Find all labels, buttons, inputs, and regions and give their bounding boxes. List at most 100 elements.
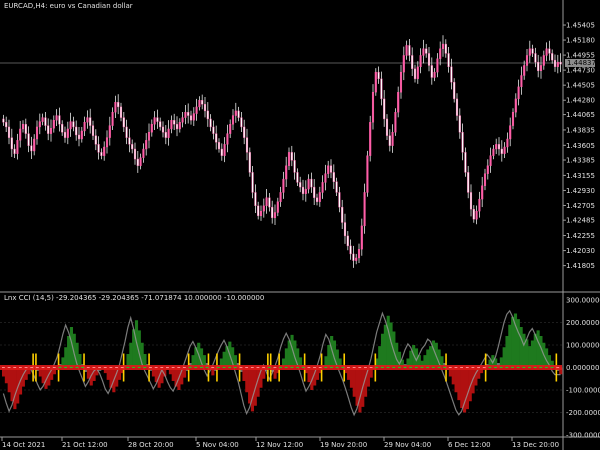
candle-body — [408, 45, 411, 56]
cci-histogram-bar — [409, 350, 413, 368]
price-tick-label: 1.43155 — [566, 172, 595, 180]
candle-body — [122, 117, 125, 128]
candle-body — [525, 55, 529, 66]
candle-body — [63, 132, 67, 138]
candle-body — [553, 59, 557, 67]
cci-histogram-bar — [505, 336, 509, 368]
candle-body — [198, 100, 201, 108]
cci-histogram-bar — [431, 340, 436, 368]
cci-histogram-bar — [451, 367, 455, 385]
candle-body — [436, 58, 439, 73]
cci-histogram-bar — [454, 367, 458, 393]
candle-body — [464, 152, 467, 173]
candle-body — [413, 68, 417, 80]
price-tick-label: 1.43385 — [566, 157, 595, 165]
candle-body — [486, 165, 489, 174]
candle-body — [287, 152, 291, 166]
candle-body — [528, 48, 531, 56]
price-tick-label: 1.45405 — [566, 22, 595, 30]
candle-body — [170, 120, 173, 130]
candle-body — [217, 142, 221, 150]
candle-body — [405, 45, 408, 56]
candle-body — [467, 172, 470, 193]
candle-body — [237, 110, 240, 118]
candle-body — [19, 128, 22, 141]
candle-body — [315, 197, 319, 202]
candle-body — [240, 117, 243, 128]
candle-body — [164, 132, 167, 138]
candle-body — [41, 117, 44, 122]
candle-body — [195, 106, 198, 114]
candle-body — [5, 122, 8, 128]
candle-body — [481, 185, 484, 200]
candle-body — [458, 115, 461, 133]
candle-body — [52, 120, 55, 129]
price-tick-label: 1.41805 — [566, 262, 595, 270]
candle-body — [229, 124, 232, 134]
candle-body — [461, 132, 464, 153]
candle-body — [215, 133, 218, 143]
candle-body — [108, 125, 111, 138]
cci-histogram-bar — [528, 346, 532, 368]
candle-body — [243, 126, 246, 138]
candle-body — [30, 145, 33, 152]
candle-body — [475, 210, 478, 220]
candle-body — [153, 117, 156, 125]
candle-body — [363, 192, 366, 227]
indicator-tick-label: 100.000000 — [566, 342, 600, 350]
cci-histogram-bar — [386, 315, 390, 368]
price-tick-label: 1.42485 — [566, 217, 595, 225]
candle-body — [377, 71, 380, 80]
candle-body — [397, 91, 400, 113]
candle-body — [114, 102, 117, 113]
candle-body — [257, 205, 260, 217]
candle-body — [441, 43, 445, 49]
candle-body — [355, 257, 358, 261]
candle-body — [105, 137, 109, 148]
candle-body — [254, 192, 257, 207]
candle-body — [346, 235, 349, 247]
price-tick-label: 1.43605 — [566, 142, 595, 150]
candle-body — [279, 192, 282, 202]
candle-body — [327, 165, 330, 174]
candle-body — [117, 102, 120, 108]
candle-body — [352, 253, 355, 261]
candle-body — [380, 78, 383, 100]
candle-body — [245, 137, 249, 153]
cci-histogram-bar — [245, 367, 249, 393]
cci-histogram-bar — [536, 330, 540, 368]
indicator-tick-label: 300.000000 — [566, 297, 600, 305]
candle-body — [262, 205, 265, 212]
price-chart[interactable]: 1.454051.451801.449551.447301.445051.442… — [0, 0, 600, 450]
candle-body — [301, 186, 305, 194]
candle-body — [2, 118, 5, 123]
price-tick-label: 1.42930 — [566, 187, 595, 195]
candle-body — [7, 126, 11, 138]
candle-body — [520, 75, 523, 88]
candle-body — [184, 112, 187, 118]
cci-histogram-bar — [355, 367, 359, 406]
candle-body — [489, 155, 492, 166]
candle-body — [111, 112, 114, 126]
cci-histogram-bar — [10, 367, 14, 402]
candle-body — [178, 122, 181, 130]
candle-body — [444, 43, 447, 54]
candle-body — [514, 98, 517, 113]
price-tick-label: 1.42255 — [566, 232, 595, 240]
x-tick-label: 29 Nov 04:00 — [384, 441, 431, 449]
candle-body — [103, 146, 106, 156]
x-tick-label: 12 Nov 12:00 — [256, 441, 303, 449]
candle-body — [142, 148, 145, 158]
candle-body — [33, 138, 36, 152]
cci-histogram-bar — [530, 340, 535, 368]
candle-body — [391, 132, 394, 146]
candle-body — [433, 71, 436, 78]
candle-body — [220, 148, 223, 156]
cci-histogram-bar — [7, 367, 11, 393]
candle-body — [343, 222, 347, 237]
candle-body — [447, 53, 450, 68]
current-price-tag: 1.44837 — [565, 58, 596, 67]
candle-body — [97, 144, 100, 153]
candle-body — [517, 86, 520, 100]
cci-histogram-bar — [460, 367, 464, 408]
